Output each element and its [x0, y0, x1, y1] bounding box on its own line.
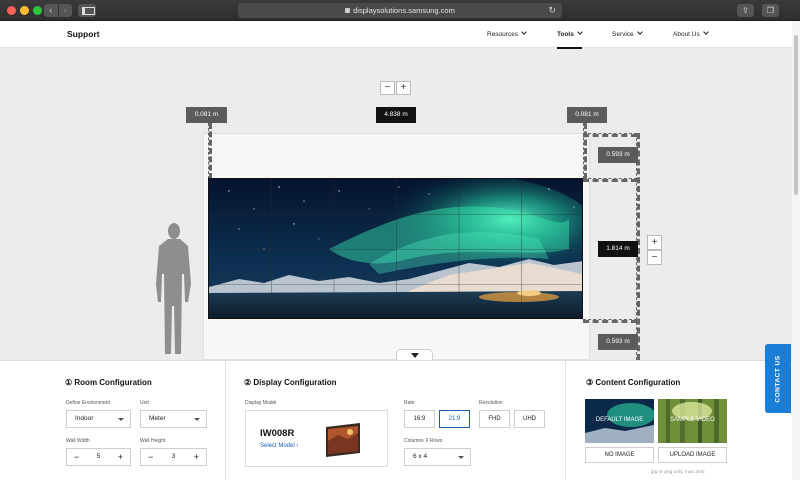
page-scrollbar[interactable]	[792, 21, 800, 480]
configuration-panel: ① Room Configuration Define Environment …	[0, 360, 792, 480]
wall-width-label: Wall Width	[66, 438, 90, 444]
chevron-down-icon	[521, 29, 527, 35]
nav-about-us[interactable]: About Us	[673, 29, 709, 38]
unit-label: Unit	[140, 400, 149, 406]
sample-video-label: SAMPLE VIDEO	[670, 417, 715, 423]
guide-line-screen-bottom	[583, 319, 637, 323]
zoom-window-button[interactable]	[33, 6, 42, 15]
resolution-fhd-button[interactable]: FHD	[479, 410, 510, 428]
lock-icon	[345, 8, 351, 13]
height-increase-button[interactable]: +	[647, 235, 662, 250]
default-image-thumb[interactable]: DEFAULT IMAGE	[585, 399, 654, 443]
history-nav: ‹ ›	[44, 4, 72, 17]
browser-toolbar: ‹ › displaysolutions.samsung.com ↻ ⇪ ❐	[0, 0, 800, 21]
aurora-image	[209, 179, 582, 318]
display-config-title: ② Display Configuration	[244, 378, 337, 387]
unit-select[interactable]: Meter	[140, 410, 207, 428]
scrollbar-thumb[interactable]	[794, 35, 798, 195]
rate-16-9-button[interactable]: 16:9	[404, 410, 435, 428]
nav-tools[interactable]: Tools	[557, 29, 583, 49]
chevron-down-icon	[636, 29, 643, 35]
select-model-link[interactable]: Select Model ›	[260, 443, 298, 449]
grid-label: Columns X Rows	[404, 438, 443, 444]
url-text: displaysolutions.samsung.com	[353, 6, 455, 15]
content-configuration: ③ Content Configuration DEFAULT IMAGE SA…	[566, 361, 792, 480]
human-scale-figure	[156, 223, 191, 354]
wall-width-increase[interactable]: +	[118, 449, 123, 465]
guide-line-right	[583, 123, 587, 179]
caret-down-icon	[194, 418, 200, 421]
caret-down-icon	[118, 418, 124, 421]
upload-note: jpg or png only, max 3mb	[651, 470, 705, 475]
resolution-uhd-button[interactable]: UHD	[514, 410, 545, 428]
rate-21-9-button[interactable]: 21:9	[439, 410, 470, 428]
content-config-title: ③ Content Configuration	[586, 378, 681, 387]
minimize-window-button[interactable]	[20, 6, 29, 15]
no-image-button[interactable]: NO IMAGE	[585, 447, 654, 463]
wall-height-stepper[interactable]: − 3 +	[140, 448, 207, 466]
guide-line-top	[583, 133, 637, 137]
nav-service[interactable]: Service	[612, 29, 643, 38]
display-configuration: ② Display Configuration Display Model IW…	[226, 361, 566, 480]
wall-width-stepper[interactable]: − 5 +	[66, 448, 131, 466]
share-icon[interactable]: ⇪	[737, 4, 754, 17]
reload-icon[interactable]: ↻	[548, 3, 556, 18]
bottom-margin-label: 0.593 m	[598, 334, 638, 350]
display-model-label: Display Model	[245, 400, 277, 406]
grid-select[interactable]: 6 x 4	[404, 448, 471, 466]
caret-down-icon	[458, 456, 464, 459]
screen-height-label: 1.814 m	[598, 241, 638, 257]
close-window-button[interactable]	[7, 6, 16, 15]
site-logo[interactable]: Support	[67, 29, 100, 39]
zoom-in-button[interactable]: +	[396, 81, 411, 95]
wall-height-label: Wall Height	[140, 438, 166, 444]
chevron-down-icon	[702, 29, 709, 35]
chevron-left-icon[interactable]: ‹	[44, 4, 58, 17]
display-model-image	[326, 423, 360, 457]
wall-height-increase[interactable]: +	[194, 449, 199, 465]
guide-line-screen-top	[583, 178, 637, 182]
sidebar-toggle-icon[interactable]	[78, 4, 96, 17]
total-width-label: 4.838 m	[376, 107, 416, 123]
environment-label: Define Environment	[66, 400, 110, 406]
environment-select[interactable]: Indoor	[66, 410, 131, 428]
upload-image-button[interactable]: UPLOAD IMAGE	[658, 447, 727, 463]
sample-video-thumb[interactable]: SAMPLE VIDEO	[658, 399, 727, 443]
room-configuration: ① Room Configuration Define Environment …	[0, 361, 226, 480]
chevron-down-icon	[577, 29, 583, 35]
address-bar[interactable]: displaysolutions.samsung.com ↻	[238, 3, 562, 18]
video-wall-preview	[208, 178, 583, 319]
tabs-overview-icon[interactable]: ❐	[762, 4, 779, 17]
left-margin-label: 0.081 m	[186, 107, 227, 123]
zoom-out-button[interactable]: −	[380, 81, 395, 95]
default-image-label: DEFAULT IMAGE	[595, 417, 644, 423]
guide-line-left	[208, 123, 212, 179]
rate-label: Rate	[404, 400, 415, 406]
contact-us-button[interactable]: CONTACT US	[765, 344, 791, 413]
nav-resources[interactable]: Resources	[487, 29, 527, 38]
site-header: Support Resources Tools Service About Us	[0, 21, 792, 49]
display-model-card[interactable]: IW008R Select Model ›	[245, 410, 388, 467]
resolution-label: Resolution	[479, 400, 503, 406]
height-decrease-button[interactable]: −	[647, 250, 662, 265]
model-name: IW008R	[260, 428, 295, 439]
chevron-right-icon[interactable]: ›	[57, 4, 73, 17]
top-margin-label: 0.593 m	[598, 147, 638, 163]
room-config-title: ① Room Configuration	[65, 378, 152, 387]
right-margin-label: 0.081 m	[567, 107, 607, 123]
